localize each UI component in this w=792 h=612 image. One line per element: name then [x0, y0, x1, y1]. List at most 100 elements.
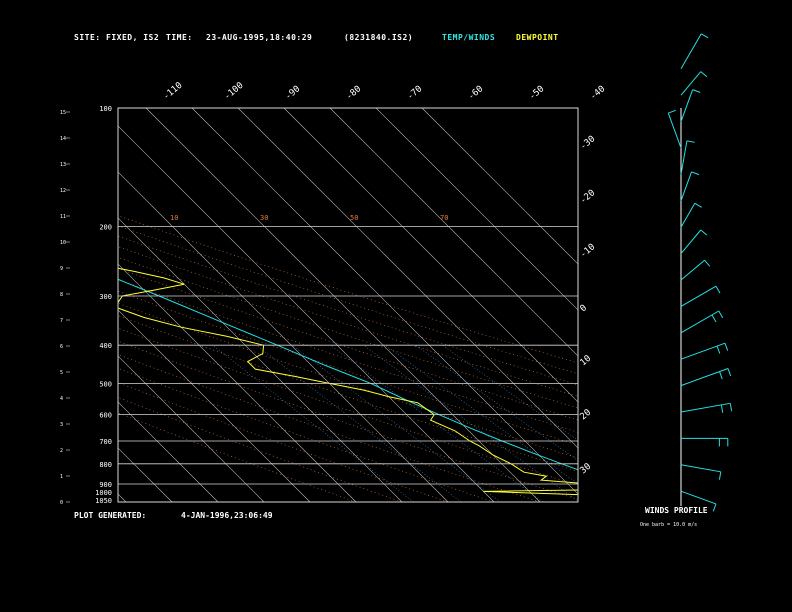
dry-adiabat	[118, 256, 578, 409]
wind-barb	[680, 89, 694, 122]
wind-barb	[680, 259, 705, 281]
pressure-label: 600	[99, 412, 112, 420]
mixing-ratio-line	[212, 344, 414, 502]
isotherm-line	[421, 108, 578, 265]
mixing-ratio-line	[442, 344, 578, 441]
skew-t-diagram: 1050100090080070060050040030020010001234…	[0, 33, 733, 512]
height-tick-label: 10	[60, 240, 66, 246]
right-temp-label: -30	[579, 134, 598, 152]
top-temp-label: -80	[345, 84, 364, 102]
dry-adiabat	[118, 340, 578, 500]
right-temp-label: -10	[579, 242, 598, 260]
wind-barb-flag	[719, 371, 723, 380]
top-temp-label: -100	[223, 81, 246, 103]
pressure-label: 100	[99, 105, 112, 113]
mixing-ratio-label: 10	[170, 214, 178, 222]
wind-barb	[680, 464, 721, 473]
wind-barb-flag	[694, 202, 702, 208]
height-tick-label: 8	[60, 292, 63, 298]
wind-barb	[680, 310, 720, 334]
top-temp-label: -110	[162, 81, 185, 103]
dewpoint-line	[118, 267, 578, 496]
mixing-ratio-line	[385, 344, 578, 485]
pressure-label: 700	[99, 438, 112, 446]
pressure-label: 400	[99, 342, 112, 350]
wind-barb-flag	[711, 314, 717, 323]
pressure-label: 900	[99, 481, 112, 489]
wind-barb-flag	[727, 368, 732, 377]
wind-barb-flag	[700, 229, 708, 236]
height-tick-label: 0	[60, 500, 63, 506]
mixing-ratio-line	[256, 344, 462, 502]
height-tick-label: 4	[60, 396, 63, 402]
mixing-ratio-label: 50	[350, 214, 358, 222]
dry-adiabat	[118, 382, 449, 502]
dry-adiabat	[118, 215, 578, 364]
top-temp-label: -90	[284, 84, 303, 102]
wind-barb-flag	[718, 471, 722, 480]
wind-barb	[680, 203, 696, 228]
wind-barb-flag	[712, 503, 717, 512]
height-tick-label: 1	[60, 474, 63, 480]
height-tick-label: 14	[60, 136, 66, 142]
wind-barb-flag	[700, 33, 709, 39]
wind-barb-flag	[668, 109, 676, 114]
wind-barb	[680, 33, 702, 70]
isotherm-line	[118, 263, 357, 502]
isotherm-line	[118, 355, 265, 502]
height-tick-label: 6	[60, 344, 63, 350]
pressure-label: 200	[99, 224, 112, 232]
height-tick-label: 7	[60, 318, 63, 324]
isotherm-line	[0, 108, 80, 502]
wind-barb	[680, 285, 717, 307]
dry-adiabat	[118, 279, 578, 433]
pressure-label: 300	[99, 293, 112, 301]
wind-barb	[680, 490, 717, 505]
pressure-label: 1000	[95, 489, 112, 497]
wind-barb-flag	[704, 259, 711, 267]
isotherm-line	[0, 108, 34, 502]
dry-adiabat	[118, 225, 578, 375]
top-temp-label: -60	[467, 84, 486, 102]
mixing-ratio-label: 70	[440, 214, 448, 222]
wind-barb-flag	[724, 343, 729, 351]
wind-barb	[680, 342, 726, 360]
wind-barb-flag	[691, 171, 700, 176]
right-temp-label: 10	[579, 354, 594, 369]
dry-adiabat	[118, 412, 357, 502]
wind-barb	[680, 140, 688, 175]
height-tick-label: 11	[60, 214, 66, 220]
right-temp-label: -20	[579, 188, 598, 206]
right-temp-label: 20	[579, 408, 594, 423]
wind-barb	[680, 368, 729, 387]
height-tick-label: 5	[60, 370, 63, 376]
right-temp-label: 0	[579, 303, 590, 314]
dry-adiabat	[118, 290, 578, 446]
top-temp-label: -70	[406, 84, 425, 102]
dry-adiabat	[118, 235, 578, 386]
height-tick-label: 9	[60, 266, 63, 272]
wind-barb-flag	[692, 89, 701, 93]
height-tick-label: 15	[60, 110, 66, 116]
wind-barb	[680, 229, 702, 254]
wind-barb-flag	[686, 140, 695, 143]
wind-barb-flag	[720, 404, 724, 413]
mixing-ratio-line	[330, 344, 543, 502]
mixing-ratio-label: 30	[260, 214, 268, 222]
right-temp-label: 30	[579, 462, 594, 477]
height-tick-label: 2	[60, 448, 63, 454]
wind-barb-flag	[715, 285, 721, 294]
pressure-label: 1050	[95, 497, 112, 505]
height-tick-label: 12	[60, 188, 66, 194]
pressure-label: 500	[99, 380, 112, 388]
mixing-ratio-line	[415, 344, 578, 461]
dry-adiabat	[118, 327, 578, 486]
dry-adiabat	[118, 368, 495, 502]
dry-adiabat	[118, 246, 578, 397]
height-tick-label: 3	[60, 422, 63, 428]
wind-barb-flag	[729, 403, 733, 412]
isotherm-line	[118, 309, 311, 502]
wind-barb-flag	[718, 310, 724, 319]
dry-adiabat	[118, 354, 541, 502]
dry-adiabat	[118, 268, 578, 421]
